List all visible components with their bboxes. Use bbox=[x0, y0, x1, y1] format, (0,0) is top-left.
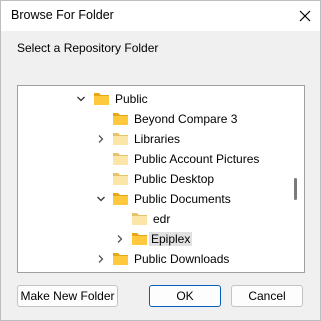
dialog-title: Browse For Folder bbox=[11, 8, 114, 22]
chevron-right-icon[interactable] bbox=[94, 132, 108, 146]
cancel-button[interactable]: Cancel bbox=[231, 285, 303, 307]
tree-item-public-documents[interactable]: Public Documents bbox=[18, 189, 288, 209]
tree-item-label: Public bbox=[115, 92, 148, 106]
tree-scrollbar[interactable] bbox=[287, 86, 304, 272]
folder-icon bbox=[112, 191, 129, 206]
tree-item-libraries[interactable]: Libraries bbox=[18, 129, 288, 149]
tree-item-beyond-compare-3[interactable]: Beyond Compare 3 bbox=[18, 109, 288, 129]
tree-item-label: Beyond Compare 3 bbox=[134, 112, 238, 126]
folder-icon bbox=[112, 171, 129, 186]
tree-item-epiplex[interactable]: Epiplex bbox=[18, 229, 288, 249]
folder-tree[interactable]: Public Beyond Compare 3 Libraries Public… bbox=[17, 85, 305, 273]
close-icon bbox=[299, 10, 311, 22]
close-button[interactable] bbox=[290, 1, 320, 31]
title-bar: Browse For Folder bbox=[1, 1, 320, 31]
chevron-right-icon[interactable] bbox=[113, 232, 127, 246]
chevron-right-icon[interactable] bbox=[94, 252, 108, 266]
tree-item-public[interactable]: Public bbox=[18, 89, 288, 109]
tree-item-label: Public Downloads bbox=[134, 252, 230, 266]
folder-icon bbox=[112, 131, 129, 146]
scrollbar-thumb[interactable] bbox=[294, 178, 297, 200]
tree-item-label: Epiplex bbox=[149, 232, 193, 246]
tree-item-public-desktop[interactable]: Public Desktop bbox=[18, 169, 288, 189]
ok-button[interactable]: OK bbox=[149, 285, 221, 307]
tree-item-public-downloads[interactable]: Public Downloads bbox=[18, 249, 288, 269]
chevron-down-icon[interactable] bbox=[94, 192, 108, 206]
make-new-folder-button[interactable]: Make New Folder bbox=[17, 285, 118, 307]
chevron-down-icon[interactable] bbox=[74, 92, 88, 106]
dialog-prompt: Select a Repository Folder bbox=[17, 41, 159, 55]
folder-icon bbox=[93, 91, 110, 106]
tree-item-public-account-pictures[interactable]: Public Account Pictures bbox=[18, 149, 288, 169]
tree-item-label: edr bbox=[153, 212, 171, 226]
folder-icon bbox=[112, 151, 129, 166]
tree-item-label: Public Account Pictures bbox=[134, 152, 260, 166]
tree-item-edr[interactable]: edr bbox=[18, 209, 288, 229]
tree-item-label: Public Documents bbox=[134, 192, 231, 206]
tree-item-label: Libraries bbox=[134, 132, 181, 146]
folder-icon bbox=[131, 211, 148, 226]
browse-folder-dialog: Browse For Folder Select a Repository Fo… bbox=[0, 0, 321, 321]
folder-icon bbox=[112, 111, 129, 126]
tree-item-label: Public Desktop bbox=[134, 172, 215, 186]
folder-icon bbox=[131, 231, 148, 246]
folder-icon bbox=[112, 251, 129, 266]
